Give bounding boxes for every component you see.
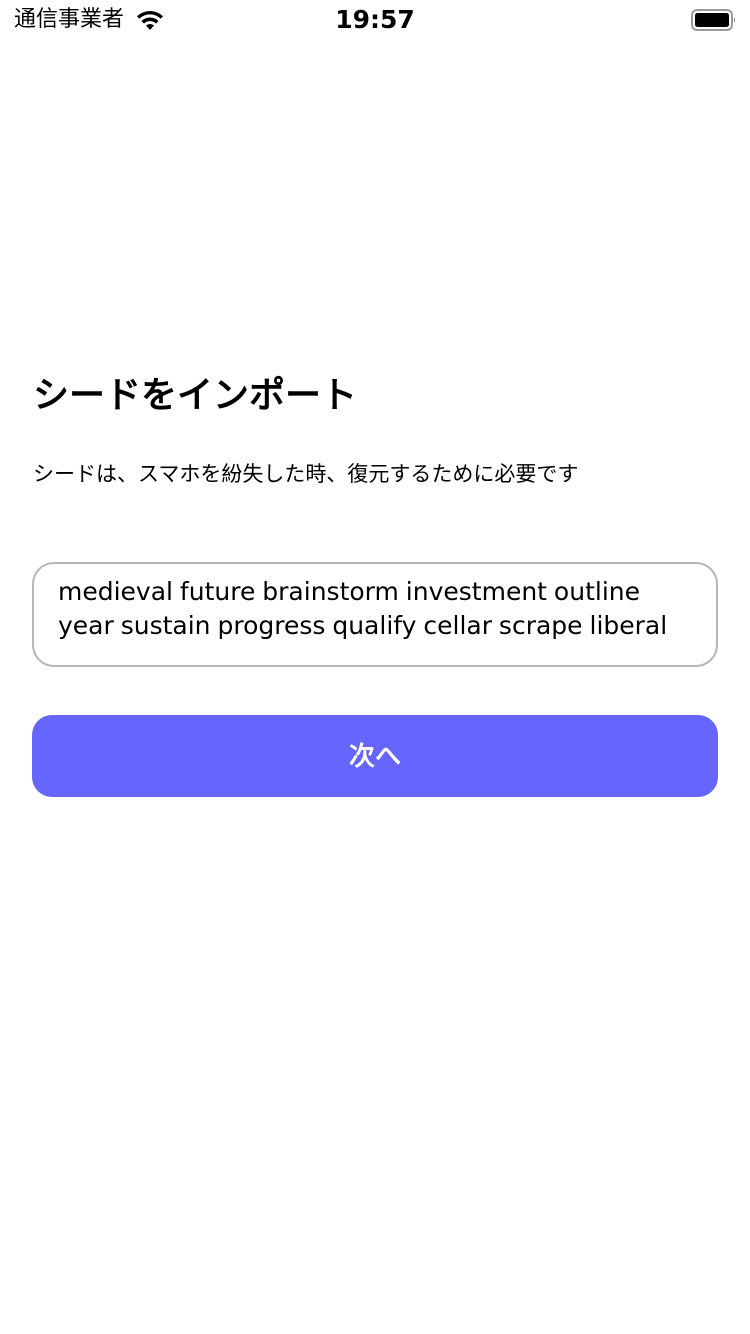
- next-button[interactable]: 次へ: [32, 715, 718, 797]
- seed-import-screen: 通信事業者 19:57 シードをインポート シードは、スマホを紛失した時、復元す…: [0, 0, 750, 1334]
- seed-input[interactable]: medieval future brainstorm investment ou…: [32, 562, 718, 667]
- page-title: シードをインポート: [33, 375, 358, 416]
- battery-icon: [691, 8, 737, 32]
- seed-input-value[interactable]: medieval future brainstorm investment ou…: [58, 575, 694, 643]
- description-text: シードは、スマホを紛失した時、復元するために必要です: [33, 462, 579, 486]
- status-bar: 通信事業者 19:57: [0, 0, 750, 40]
- clock: 19:57: [335, 5, 415, 34]
